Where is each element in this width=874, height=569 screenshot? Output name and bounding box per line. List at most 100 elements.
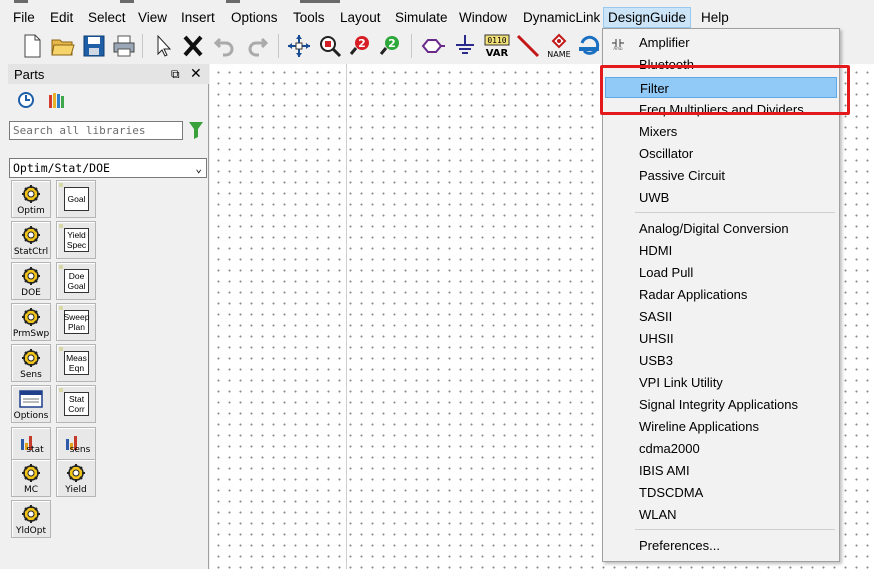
menu-layout[interactable]: Layout	[340, 8, 381, 27]
designguide-item-passive-circuit[interactable]: Passive Circuit	[605, 165, 837, 186]
menu-tools[interactable]: Tools	[293, 8, 325, 27]
palette-item-goal[interactable]: Goal	[56, 180, 96, 218]
palette-item-statctrl[interactable]: StatCtrl	[11, 221, 51, 259]
zoom-in-button[interactable]: 2	[347, 32, 375, 60]
designguide-item-wlan[interactable]: WLAN	[605, 504, 837, 525]
palette-item-yldopt[interactable]: YldOpt	[11, 500, 51, 538]
designguide-item-preferences[interactable]: Preferences...	[605, 535, 837, 556]
designguide-item-uhsii[interactable]: UHSII	[605, 328, 837, 349]
palette-item-optim[interactable]: Optim	[11, 180, 51, 218]
menu-designguide[interactable]: DesignGuide	[603, 7, 692, 28]
undo-button[interactable]	[211, 32, 239, 60]
close-panel-icon[interactable]: ✕	[190, 65, 202, 82]
simulate-button[interactable]	[575, 32, 603, 60]
palette-item-doe-goal[interactable]: Doe Goal	[56, 262, 96, 300]
zoom-out-button[interactable]: 2	[377, 32, 405, 60]
save-button[interactable]	[80, 32, 108, 60]
palette-item-yield-spec[interactable]: Yield Spec	[56, 221, 96, 259]
palette-item-sens[interactable]: Sens	[11, 344, 51, 382]
gear-icon	[12, 306, 50, 328]
select-pointer-button[interactable]	[149, 32, 177, 60]
libraries-books-icon[interactable]	[48, 91, 66, 109]
wire-button[interactable]	[514, 32, 542, 60]
print-button[interactable]	[110, 32, 138, 60]
designguide-item-radar-applications[interactable]: Radar Applications	[605, 284, 837, 305]
palette-item-meas-eqn[interactable]: Meas Eqn	[56, 344, 96, 382]
port-button[interactable]	[419, 32, 447, 60]
palette-item-doe[interactable]: DOE	[11, 262, 51, 300]
ground-button[interactable]	[451, 32, 479, 60]
delete-button[interactable]	[179, 32, 207, 60]
palette-item-marker	[59, 388, 63, 392]
search-libraries-input[interactable]: Search all libraries	[9, 121, 183, 140]
new-file-button[interactable]	[18, 32, 46, 60]
designguide-item-amplifier[interactable]: Amplifier	[605, 32, 837, 53]
name-button[interactable]: NAME	[544, 32, 574, 60]
designguide-item-tdscdma[interactable]: TDSCDMA	[605, 482, 837, 503]
menu-options[interactable]: Options	[231, 8, 278, 27]
designguide-item-load-pull[interactable]: Load Pull	[605, 262, 837, 283]
palette-item-yield[interactable]: Yield	[56, 459, 96, 497]
filter-funnel-icon[interactable]	[189, 121, 203, 139]
gear-icon	[12, 265, 50, 287]
designguide-item-ibis-ami[interactable]: IBIS AMI	[605, 460, 837, 481]
palette-item-stat-corr[interactable]: Stat Corr	[56, 385, 96, 423]
svg-text:2: 2	[358, 37, 366, 50]
parts-panel-header: Parts ⧉ ✕	[8, 64, 209, 84]
menu-separator	[635, 212, 835, 213]
zoom-area-button[interactable]	[316, 32, 344, 60]
redo-icon	[248, 37, 269, 57]
designguide-item-mixers[interactable]: Mixers	[605, 121, 837, 142]
designguide-item-analog-digital-conversion[interactable]: Analog/Digital Conversion	[605, 218, 837, 239]
menu-bar: File Edit Select View Insert Options Too…	[0, 6, 874, 28]
title-fragment	[120, 0, 134, 3]
pan-button[interactable]	[285, 32, 313, 60]
toolbar-separator	[411, 34, 412, 58]
menu-select[interactable]: Select	[88, 8, 126, 27]
menu-separator	[635, 529, 835, 530]
designguide-item-vpi-link-utility[interactable]: VPI Link Utility	[605, 372, 837, 393]
var-button[interactable]: 0110 VAR	[482, 32, 512, 60]
menu-insert[interactable]: Insert	[181, 8, 215, 27]
palette-item-label: stat	[26, 445, 44, 455]
options-window-icon	[12, 388, 50, 410]
menu-dynamiclink[interactable]: DynamicLink	[523, 8, 600, 27]
toolbar-separator	[142, 34, 143, 58]
menu-view[interactable]: View	[138, 8, 167, 27]
canvas-page-boundary	[346, 64, 347, 569]
designguide-item-signal-integrity-applications[interactable]: Signal Integrity Applications	[605, 394, 837, 415]
recent-clock-icon[interactable]	[17, 91, 35, 109]
menu-help[interactable]: Help	[701, 8, 729, 27]
menu-file[interactable]: File	[13, 8, 35, 27]
float-panel-icon[interactable]: ⧉	[171, 67, 180, 82]
var-icon: 0110 VAR	[484, 34, 510, 59]
designguide-item-wireline-applications[interactable]: Wireline Applications	[605, 416, 837, 437]
redo-button[interactable]	[243, 32, 271, 60]
designguide-item-oscillator[interactable]: Oscillator	[605, 143, 837, 164]
palette-item-prmswp[interactable]: PrmSwp	[11, 303, 51, 341]
chevron-down-icon: ⌄	[195, 162, 202, 175]
library-select[interactable]: Optim/Stat/DOE ⌄	[9, 158, 207, 178]
palette-item-mc[interactable]: MC	[11, 459, 51, 497]
palette-item-marker	[59, 265, 63, 269]
menu-simulate[interactable]: Simulate	[395, 8, 448, 27]
designguide-item-hdmi[interactable]: HDMI	[605, 240, 837, 261]
designguide-item-sasii[interactable]: SASII	[605, 306, 837, 327]
parts-panel-title: Parts	[14, 67, 45, 82]
designguide-item-uwb[interactable]: UWB	[605, 187, 837, 208]
name-icon-label: NAME	[547, 50, 570, 59]
palette-item-label: Yield Spec	[64, 228, 89, 252]
save-icon	[83, 35, 105, 57]
open-button[interactable]	[49, 32, 77, 60]
designguide-item-usb3[interactable]: USB3	[605, 350, 837, 371]
port-hexagon-icon	[421, 39, 445, 53]
highlight-annotation-box	[600, 65, 850, 115]
delete-x-icon	[183, 35, 203, 57]
menu-window[interactable]: Window	[459, 8, 507, 27]
designguide-item-cdma2000[interactable]: cdma2000	[605, 438, 837, 459]
menu-edit[interactable]: Edit	[50, 8, 73, 27]
palette-item-label: Optim	[17, 206, 45, 216]
palette-item-options[interactable]: Options	[11, 385, 51, 423]
zoom-in-icon: 2	[349, 36, 369, 55]
palette-item-sweep-plan[interactable]: Sweep Plan	[56, 303, 96, 341]
